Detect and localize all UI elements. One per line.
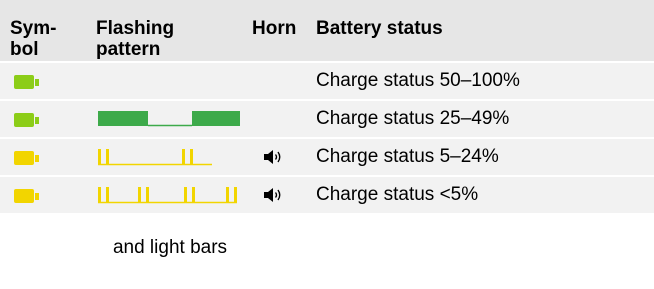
battery-status-label: Charge status 25–49%	[316, 108, 510, 129]
flashing-pattern-graphic	[98, 111, 240, 127]
header-symbol: Sym- bol	[10, 18, 57, 60]
table-row: Charge status <5%	[0, 177, 654, 213]
table-row: Charge status 50–100%	[0, 63, 654, 99]
horn-speaker-icon	[264, 188, 281, 202]
battery-icon	[14, 189, 40, 203]
header-flashing-pattern: Flashing pattern	[96, 18, 175, 60]
flashing-pattern-graphic	[98, 187, 237, 204]
header-battery-status: Battery status	[316, 18, 443, 39]
pattern-note: and light bars	[112, 237, 228, 258]
battery-status-label: Charge status 50–100%	[316, 70, 520, 91]
battery-icon	[14, 151, 40, 165]
flashing-pattern-graphic	[98, 149, 212, 166]
battery-status-label: Charge status 5–24%	[316, 146, 499, 167]
table-row: Charge status 5–24%	[0, 139, 654, 175]
battery-status-label: Charge status <5%	[316, 184, 479, 205]
horn-speaker-icon	[264, 150, 281, 164]
battery-icon	[14, 113, 40, 127]
header-horn: Horn	[252, 18, 297, 39]
battery-icon	[14, 75, 40, 89]
table-row: Charge status 25–49%	[0, 101, 654, 137]
